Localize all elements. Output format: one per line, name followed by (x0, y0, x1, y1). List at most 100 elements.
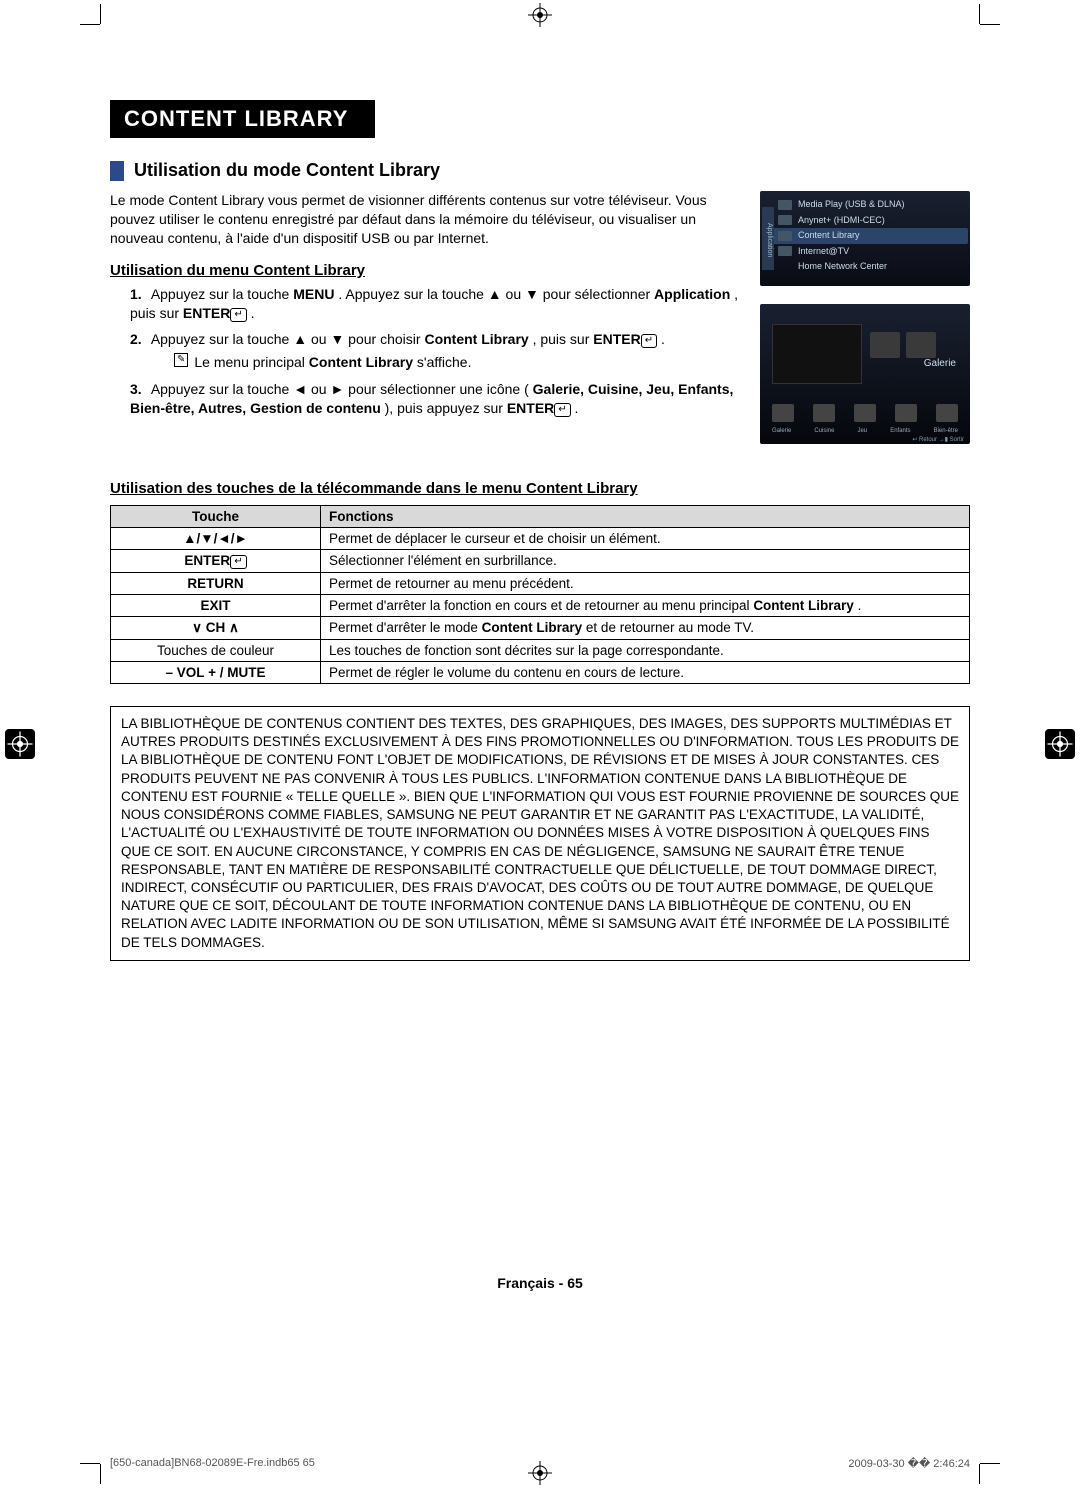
step-text: Appuyez sur la touche (151, 286, 293, 302)
table-row: – VOL + / MUTE Permet de régler le volum… (111, 662, 970, 684)
registration-mark-icon (5, 729, 35, 759)
note-bold: Content Library (309, 354, 413, 370)
registration-mark-icon (1045, 729, 1075, 759)
osd-caption: Jeu (857, 428, 867, 434)
step-text: , puis sur (533, 331, 594, 347)
note-text: s'affiche. (417, 354, 472, 370)
step-bold: ENTER (593, 331, 640, 347)
osd-menu-item: Media Play (USB & DLNA) (778, 197, 962, 213)
chapter-title: CONTENT LIBRARY (110, 100, 375, 138)
step-bold: MENU (293, 286, 334, 302)
section-heading: Utilisation du mode Content Library (110, 160, 970, 181)
step-number: 1. (130, 286, 142, 302)
key-label: ∨ CH ∧ (192, 620, 239, 635)
osd-caption-strip: Galerie Cuisine Jeu Enfants Bien-être (772, 428, 958, 434)
instruction-step-1: 1. Appuyez sur la touche MENU . Appuyez … (130, 285, 742, 323)
osd-category-label: Galerie (924, 358, 956, 369)
osd-icon-strip (772, 404, 958, 422)
anynet-icon (778, 215, 792, 225)
osd-item-label: Anynet+ (HDMI-CEC) (798, 214, 885, 228)
osd-side-tab: Application (762, 207, 774, 270)
key-label: RETURN (187, 576, 243, 591)
key-label: – VOL + / MUTE (166, 665, 266, 680)
osd-caption: Bien-être (934, 428, 958, 434)
section-heading-text: Utilisation du mode Content Library (134, 160, 440, 181)
osd-category-icon (936, 404, 958, 422)
osd-menu-item: Home Network Center (778, 259, 962, 275)
key-label: ▲/▼/◄/► (183, 531, 248, 546)
fn-cell: Permet d'arrêter le mode Content Library… (321, 617, 970, 640)
intro-paragraph: Le mode Content Library vous permet de v… (110, 191, 742, 248)
osd-thumb (906, 332, 936, 358)
crop-mark (80, 24, 100, 25)
osd-menu-item-selected: Content Library (772, 228, 968, 244)
crop-mark (80, 1463, 100, 1464)
table-row: Touches de couleur Les touches de foncti… (111, 640, 970, 662)
print-timestamp: 2009-03-30 �� 2:46:24 (848, 1457, 970, 1470)
osd-screenshot-menu: Application Media Play (USB & DLNA) Anyn… (760, 191, 970, 286)
table-row: ENTER↵ Sélectionner l'élément en surbril… (111, 550, 970, 573)
osd-menu-item: Anynet+ (HDMI-CEC) (778, 213, 962, 229)
instruction-list: 1. Appuyez sur la touche MENU . Appuyez … (110, 285, 742, 418)
osd-item-label: Home Network Center (798, 260, 887, 274)
note-text: Le menu principal (194, 354, 308, 370)
table-row: ∨ CH ∧ Permet d'arrêter le mode Content … (111, 617, 970, 640)
osd-menu-item: Internet@TV (778, 244, 962, 260)
step-bold: ENTER (183, 305, 230, 321)
subsection-heading: Utilisation du menu Content Library (110, 262, 742, 279)
osd-category-icon (895, 404, 917, 422)
step-bold: ENTER (507, 400, 554, 416)
key-label: EXIT (200, 598, 230, 613)
step-text: . Appuyez sur la touche ▲ ou ▼ pour séle… (338, 286, 654, 302)
osd-caption: Enfants (890, 428, 910, 434)
note-icon: ✎ (174, 353, 188, 367)
fn-cell: Permet d'arrêter la fonction en cours et… (321, 595, 970, 617)
fn-text: Permet d'arrêter le mode (329, 620, 482, 635)
osd-item-label: Media Play (USB & DLNA) (798, 198, 905, 212)
osd-screenshot-gallery: Galerie Galerie Cuisine Jeu Enfants Bien… (760, 304, 970, 444)
step-bold: Content Library (424, 331, 528, 347)
table-row: EXIT Permet d'arrêter la fonction en cou… (111, 595, 970, 617)
subsection-heading-remote: Utilisation des touches de la télécomman… (110, 480, 970, 497)
fn-text: Permet d'arrêter la fonction en cours et… (329, 598, 753, 613)
osd-footer-hint: ↩ Retour →▮ Sortir (912, 436, 964, 443)
library-icon (778, 231, 792, 241)
osd-thumb-row (870, 332, 936, 358)
fn-cell: Permet de régler le volume du contenu en… (321, 662, 970, 684)
fn-cell: Permet de retourner au menu précédent. (321, 573, 970, 595)
key-cell: RETURN (111, 573, 321, 595)
media-icon (778, 200, 792, 210)
table-header-fn: Fonctions (321, 506, 970, 528)
registration-mark-icon (528, 3, 552, 27)
fn-cell: Sélectionner l'élément en surbrillance. (321, 550, 970, 573)
osd-item-label: Content Library (798, 229, 860, 243)
remote-functions-table: Touche Fonctions ▲/▼/◄/► Permet de dépla… (110, 505, 970, 684)
step-note: ✎ Le menu principal Content Library s'af… (130, 353, 742, 372)
crop-mark (100, 1464, 101, 1484)
osd-thumb (870, 332, 900, 358)
step-number: 3. (130, 381, 142, 397)
crop-mark (100, 4, 101, 24)
enter-icon: ↵ (230, 555, 246, 569)
osd-item-label: Internet@TV (798, 245, 849, 259)
step-number: 2. (130, 331, 142, 347)
fn-bold: Content Library (753, 598, 854, 613)
instruction-step-3: 3. Appuyez sur la touche ◄ ou ► pour sél… (130, 380, 742, 418)
osd-category-icon (813, 404, 835, 422)
crop-mark (979, 4, 980, 24)
key-cell: – VOL + / MUTE (111, 662, 321, 684)
instruction-step-2: 2. Appuyez sur la touche ▲ ou ▼ pour cho… (130, 330, 742, 372)
crop-mark (979, 1464, 980, 1484)
crop-mark (980, 24, 1000, 25)
key-label: ENTER (184, 553, 230, 568)
table-row: ▲/▼/◄/► Permet de déplacer le curseur et… (111, 528, 970, 550)
print-footer: [650-canada]BN68-02089E-Fre.indb65 65 20… (110, 1457, 970, 1470)
step-bold: Application (654, 286, 730, 302)
fn-cell: Permet de déplacer le curseur et de choi… (321, 528, 970, 550)
enter-icon: ↵ (230, 308, 246, 322)
osd-preview-image (772, 324, 862, 384)
key-cell: Touches de couleur (111, 640, 321, 662)
heading-accent-bar (110, 161, 124, 181)
page-number: Français - 65 (110, 1275, 970, 1291)
enter-icon: ↵ (554, 403, 570, 417)
